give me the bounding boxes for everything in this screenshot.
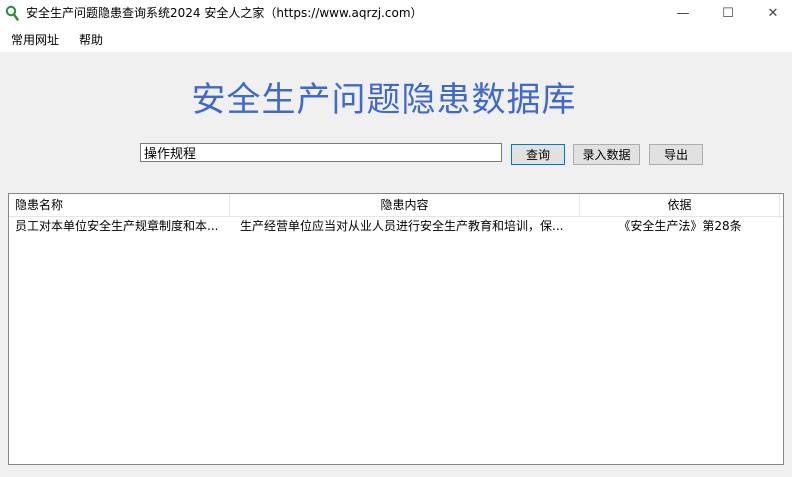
maximize-button[interactable]: ☐ [705,0,751,26]
cell-hazard-content: 生产经营单位应当对从业人员进行安全生产教育和培训，保... [240,219,564,233]
minimize-button[interactable]: — [660,0,706,26]
hazard-list[interactable]: 隐患名称 隐患内容 依据 员工对本单位安全生产规章制度和本... 生产经营单位应… [8,193,784,465]
title-bar: 安全生产问题隐患查询系统2024 安全人之家（https://www.aqrzj… [0,0,792,26]
column-header-name[interactable]: 隐患名称 [9,194,230,216]
cell-basis: 《安全生产法》第28条 [618,219,742,233]
cell-hazard-name: 员工对本单位安全生产规章制度和本... [15,219,219,233]
magnifier-icon [5,5,19,21]
column-header-content[interactable]: 隐患内容 [230,194,580,216]
menu-common-urls[interactable]: 常用网址 [9,32,61,48]
query-button[interactable]: 查询 [511,144,565,165]
page-title: 安全生产问题隐患数据库 [191,80,577,120]
search-input[interactable] [140,143,502,162]
column-header-basis[interactable]: 依据 [580,194,780,216]
window-title: 安全生产问题隐患查询系统2024 安全人之家（https://www.aqrzj… [26,6,423,20]
list-header: 隐患名称 隐患内容 依据 [9,194,783,217]
close-button[interactable]: ✕ [750,0,792,26]
menu-help[interactable]: 帮助 [77,32,105,48]
table-row[interactable]: 员工对本单位安全生产规章制度和本... 生产经营单位应当对从业人员进行安全生产教… [9,217,783,235]
export-button[interactable]: 导出 [649,144,703,165]
menu-bar: 常用网址 帮助 [0,26,792,52]
insert-data-button[interactable]: 录入数据 [573,144,640,165]
